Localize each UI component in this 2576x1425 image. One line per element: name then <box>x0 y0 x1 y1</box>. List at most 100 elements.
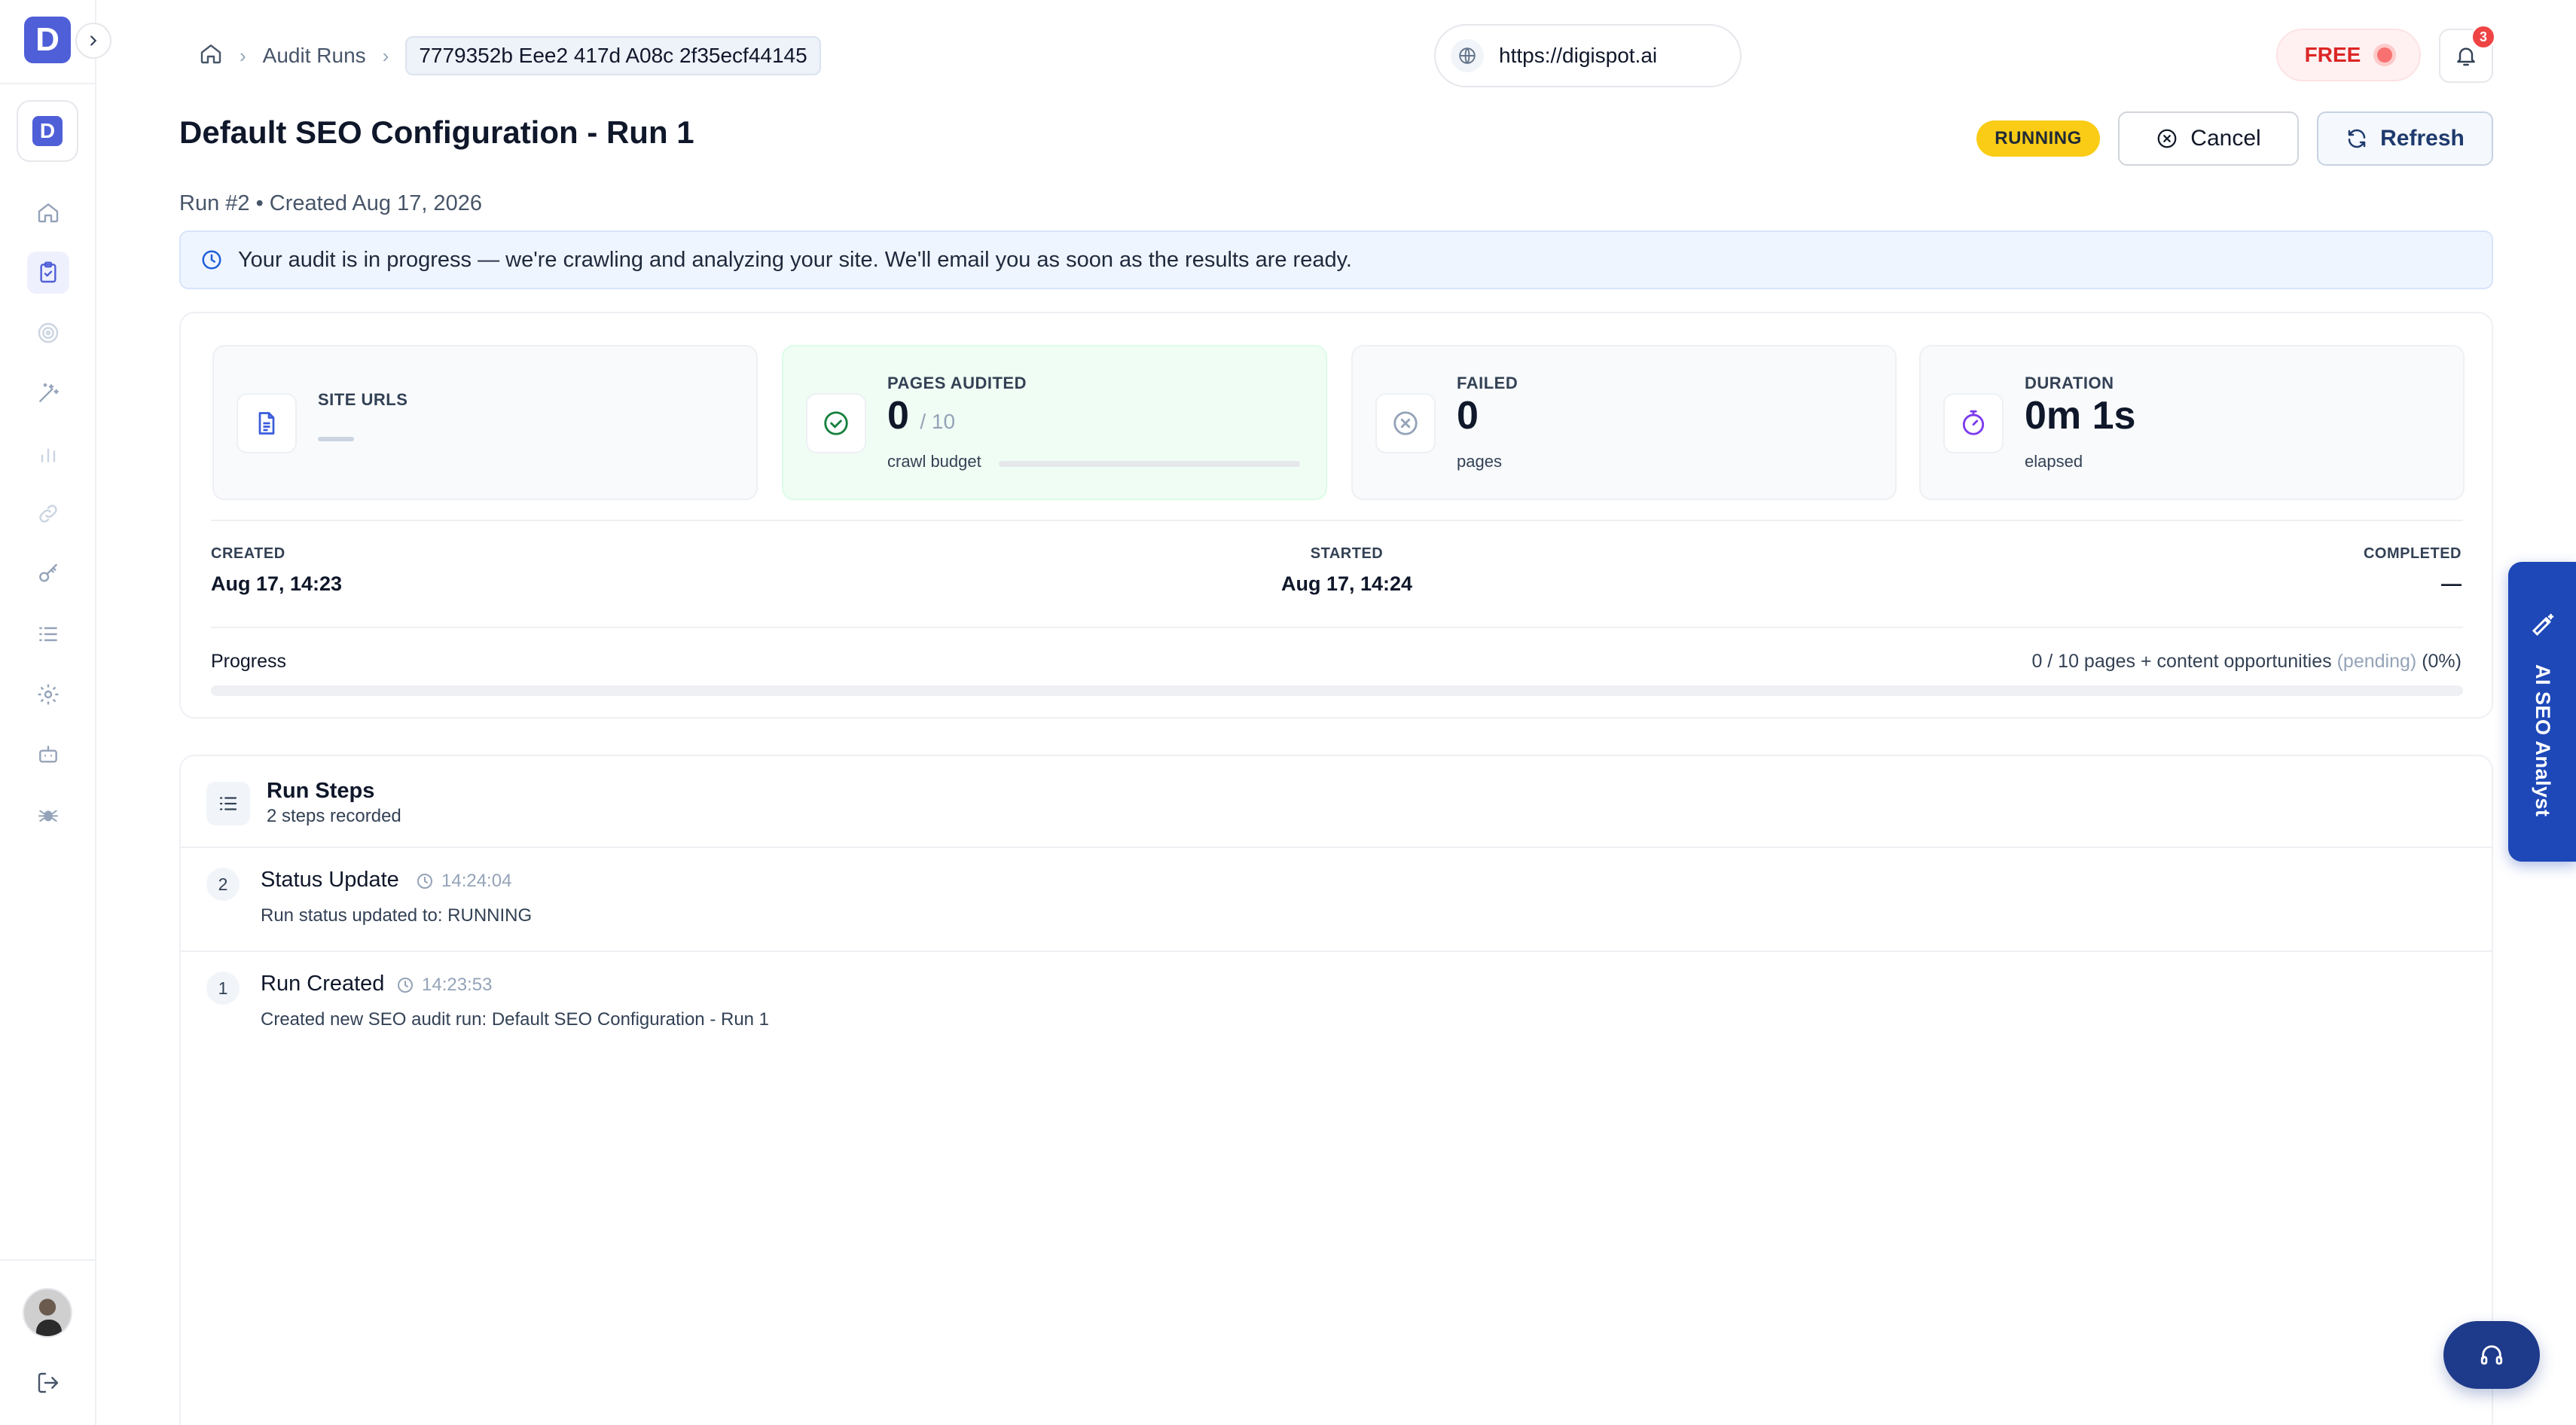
breadcrumb-home[interactable] <box>199 41 223 71</box>
clipboard-check-icon <box>40 261 56 283</box>
key-icon <box>39 563 57 582</box>
list-icon <box>206 782 250 825</box>
clock-icon <box>202 250 221 270</box>
breadcrumb: › Audit Runs › 7779352b Eee2 417d A08c 2… <box>199 33 821 78</box>
sidebar-item-target[interactable] <box>27 312 69 354</box>
progress-bar <box>211 685 2463 696</box>
stat-value: 0 <box>1457 394 1479 438</box>
breadcrumb-audit-runs[interactable]: Audit Runs <box>263 44 366 68</box>
logout-icon <box>38 1372 59 1393</box>
crawl-budget-bar <box>999 461 1300 467</box>
cancel-button-label: Cancel <box>2190 126 2261 151</box>
sidebar-item-magic[interactable] <box>27 372 69 414</box>
progress-label: Progress <box>211 651 287 672</box>
progress-alert-text: Your audit is in progress — we're crawli… <box>238 247 1352 272</box>
plan-badge-label: FREE <box>2304 43 2361 66</box>
sidebar-item-lists[interactable] <box>27 613 69 655</box>
app-logo[interactable]: D <box>24 17 71 63</box>
breadcrumb-separator-icon: › <box>382 44 389 67</box>
ai-seo-analyst-tab[interactable]: AI SEO Analyst <box>2508 562 2576 862</box>
stat-sub: pages <box>1457 452 1502 471</box>
avatar[interactable] <box>23 1288 72 1338</box>
timeline-completed-value: — <box>2441 572 2462 595</box>
sidebar-item-home[interactable] <box>27 191 69 233</box>
stat-duration: DURATION 0m 1s elapsed <box>1919 345 2465 500</box>
run-steps-subtitle: 2 steps recorded <box>267 806 401 826</box>
sidebar-toggle-button[interactable] <box>75 23 111 59</box>
run-meta: Run #2 • Created Aug 17, 2026 <box>179 191 482 215</box>
timeline-divider <box>211 627 2463 628</box>
refresh-icon <box>2348 129 2366 148</box>
step-time: 14:24:04 <box>416 871 511 892</box>
timeline-started-label: STARTED <box>1310 545 1384 562</box>
workspace-switcher[interactable]: D <box>17 100 78 162</box>
cancel-button[interactable]: Cancel <box>2118 111 2299 166</box>
sidebar-item-analytics[interactable] <box>27 432 69 474</box>
timeline-started-value: Aug 17, 14:24 <box>1280 572 1413 595</box>
stat-empty-placeholder <box>318 437 354 441</box>
stat-sub: elapsed <box>2025 452 2083 471</box>
status-badge: RUNNING <box>1976 121 2100 157</box>
sidebar-item-keywords[interactable] <box>27 553 69 595</box>
progress-alert: Your audit is in progress — we're crawli… <box>179 230 2493 289</box>
progress-pending: (pending) <box>2336 651 2417 672</box>
plan-status-dot <box>2377 47 2393 63</box>
globe-icon <box>1451 39 1484 72</box>
sidebar-item-bot[interactable] <box>27 734 69 776</box>
home-icon <box>38 203 59 223</box>
sidebar-item-settings[interactable] <box>27 673 69 716</box>
timeline-created-value: Aug 17, 14:23 <box>211 572 343 595</box>
bell-icon <box>2457 47 2475 66</box>
step-number: 2 <box>206 868 240 901</box>
chevron-right-icon <box>90 35 97 46</box>
ai-seo-analyst-label: AI SEO Analyst <box>2532 664 2554 817</box>
logout-button[interactable] <box>33 1368 63 1398</box>
spider-icon <box>38 810 58 822</box>
stat-site-urls: SITE URLS <box>212 345 758 500</box>
step-description: Created new SEO audit run: Default SEO C… <box>261 1009 770 1030</box>
notification-count-badge: 3 <box>2471 24 2496 50</box>
site-url-selector[interactable]: https://digispot.ai <box>1434 24 1741 87</box>
sidebar-item-links[interactable] <box>27 493 69 535</box>
step-description: Run status updated to: RUNNING <box>261 905 533 926</box>
stat-label: PAGES AUDITED <box>887 374 1027 392</box>
site-url-text: https://digispot.ai <box>1499 44 1658 67</box>
workspace-logo: D <box>32 116 63 146</box>
stopwatch-icon <box>1943 393 2004 453</box>
stat-sub: crawl budget <box>887 452 981 471</box>
sidebar-item-crawler[interactable] <box>27 794 69 836</box>
pen-sparkle-icon <box>2532 614 2554 636</box>
x-circle-icon <box>1375 393 1436 453</box>
timeline-created-label: CREATED <box>211 545 285 562</box>
sidebar-item-audits[interactable] <box>27 252 69 294</box>
list-icon <box>39 627 57 642</box>
plan-badge[interactable]: FREE <box>2276 29 2421 81</box>
cancel-circle-icon <box>2157 129 2177 148</box>
step-number: 1 <box>206 972 240 1005</box>
breadcrumb-separator-icon: › <box>240 44 246 67</box>
timeline-completed-label: COMPLETED <box>2363 545 2462 562</box>
target-icon <box>38 322 59 343</box>
step-title: Run Created <box>261 972 385 996</box>
sidebar: D D <box>0 0 96 1425</box>
refresh-button-label: Refresh <box>2380 126 2465 151</box>
clock-icon <box>398 978 413 993</box>
sidebar-divider <box>0 83 96 84</box>
gear-icon <box>38 684 59 705</box>
page-title: Default SEO Configuration - Run 1 <box>179 114 694 150</box>
document-icon <box>237 393 297 453</box>
stat-total: / 10 <box>920 410 956 433</box>
support-chat-button[interactable] <box>2443 1321 2540 1389</box>
headset-icon <box>2480 1345 2503 1365</box>
stat-label: SITE URLS <box>318 390 408 409</box>
steps-divider <box>181 847 2492 848</box>
bar-chart-icon <box>41 448 56 462</box>
notifications-button[interactable]: 3 <box>2439 24 2496 83</box>
sidebar-divider-bottom <box>0 1259 96 1261</box>
stat-value: 0 / 10 <box>887 394 956 438</box>
steps-divider <box>181 951 2492 952</box>
refresh-button[interactable]: Refresh <box>2317 111 2493 166</box>
stat-label: DURATION <box>2025 374 2114 392</box>
stats-divider <box>211 520 2463 521</box>
step-title: Status Update <box>261 868 399 892</box>
